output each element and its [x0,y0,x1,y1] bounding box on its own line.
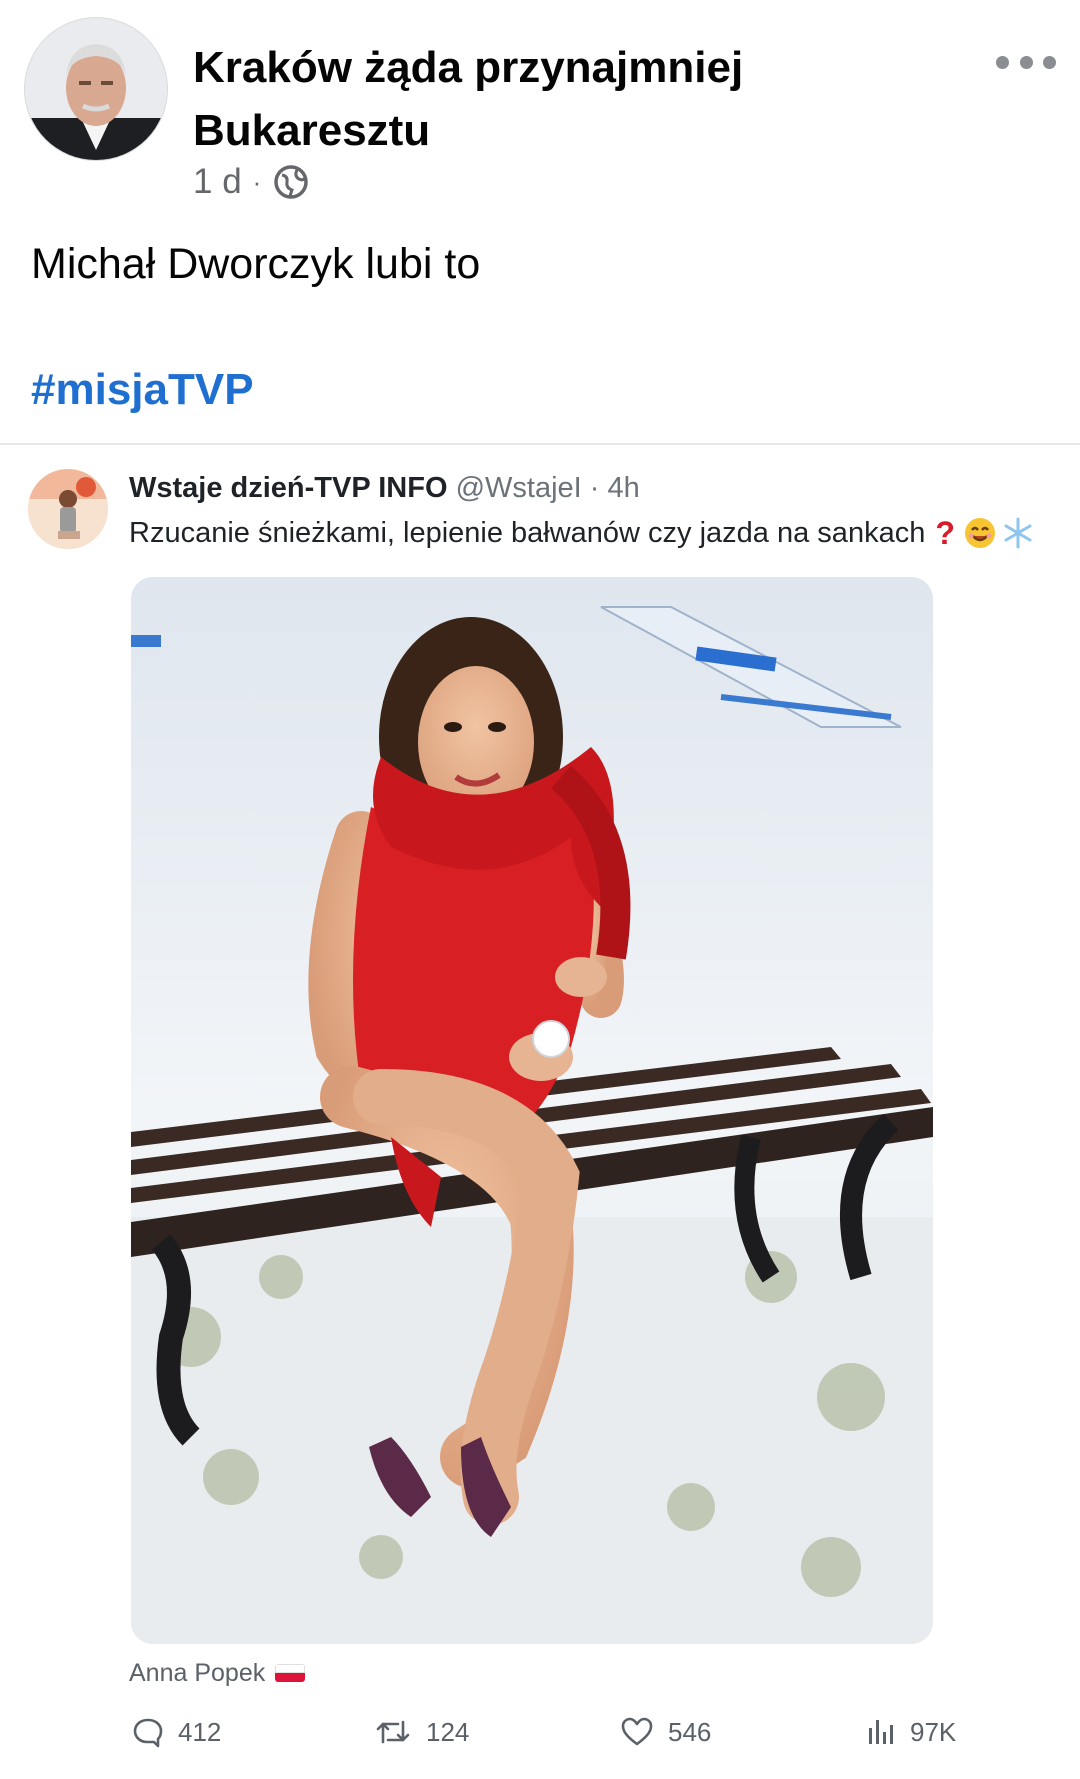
views-count: 97K [910,1716,957,1747]
divider [0,443,1080,445]
meta-separator: · [252,166,262,197]
red-question-mark-icon: ? [935,515,955,551]
retweet-icon [376,1720,410,1744]
reply-count: 412 [178,1716,222,1747]
tweet-author-name[interactable]: Wstaje dzień-TVP INFO [129,472,448,504]
tweet-separator: · [581,472,608,504]
views-button[interactable]: 97K [866,1710,956,1754]
like-count: 546 [668,1716,712,1747]
more-dot [1019,55,1033,69]
smiling-face-icon [963,516,997,550]
globe-icon [272,163,310,201]
comment-icon [133,1718,163,1748]
tweet-header: Wstaje dzień-TVP INFO @WstajeI · 4h [129,470,640,506]
post-meta: 1 d · [193,160,310,204]
snowflake-icon [1001,516,1035,550]
tweet-time: 4h [607,472,640,504]
tweet-photo[interactable] [131,577,933,1644]
post-text: Michał Dworczyk lubi to [31,240,481,288]
repost-count: 124 [426,1716,470,1747]
photo-caption: Anna Popek [129,1656,306,1690]
more-options-button[interactable] [996,42,1056,82]
heart-icon [621,1717,653,1746]
post-time[interactable]: 1 d [193,162,242,202]
reply-button[interactable]: 412 [132,1710,221,1754]
poland-flag-icon [275,1664,306,1682]
tweet-text: Rzucanie śnieżkami, lepienie bałwanów cz… [129,517,926,549]
tweet-avatar [28,469,108,549]
more-dot [1043,55,1056,69]
post-title[interactable]: Kraków żąda przynajmniej Bukaresztu [193,36,873,162]
tweet-handle[interactable]: @WstajeI [456,472,582,504]
bar-chart-icon [869,1720,893,1744]
author-avatar[interactable] [25,18,167,160]
tweet-text-row: Rzucanie śnieżkami, lepienie bałwanów cz… [129,515,1035,551]
hashtag-link[interactable]: #misjaTVP [31,362,254,418]
repost-button[interactable]: 124 [374,1710,469,1754]
tweet-actions-bar: 412 124 546 97K [0,1710,1080,1754]
more-horizontal-icon [996,55,1009,69]
like-button[interactable]: 546 [620,1710,711,1754]
photo-caption-text: Anna Popek [129,1659,266,1687]
